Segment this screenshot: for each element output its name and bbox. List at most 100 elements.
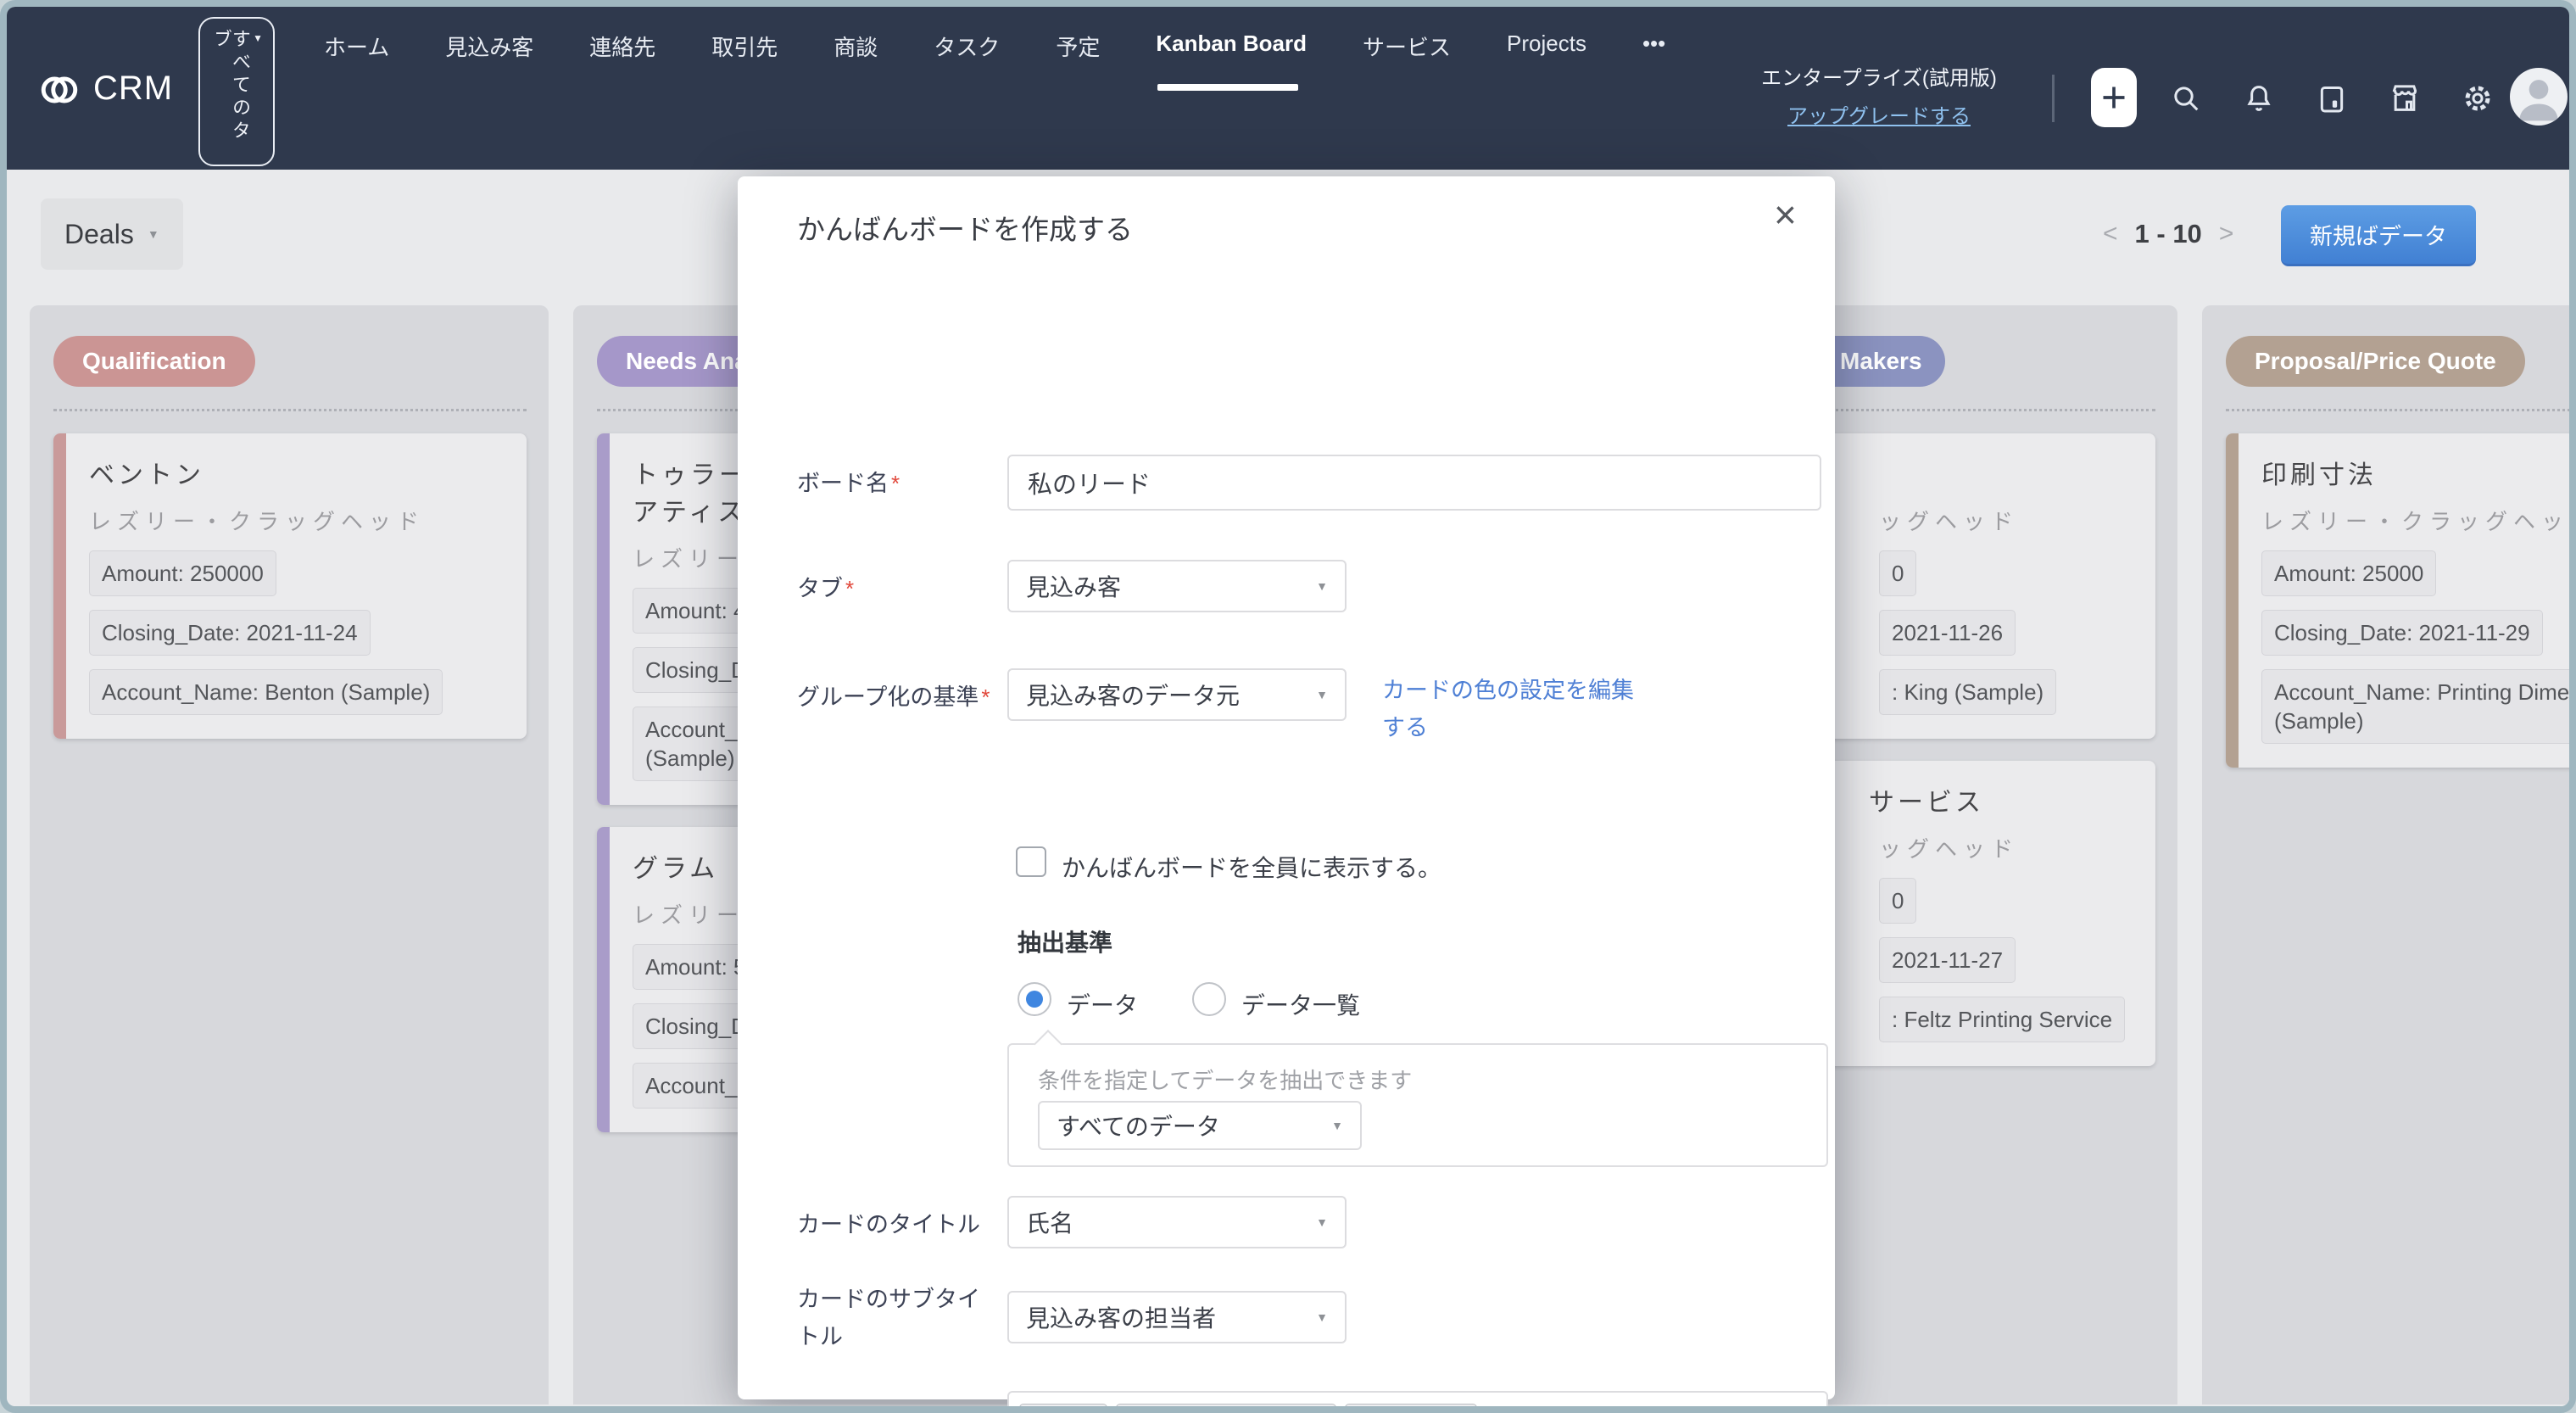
callout-notch	[1034, 1030, 1062, 1058]
card-tag: Account_Name: Printing Dimensions (Sampl…	[2261, 669, 2576, 744]
kanban-card[interactable]: ベントン レズリー・クラッグヘッド Amount: 250000 Closing…	[53, 433, 527, 739]
brand-name: CRM	[93, 70, 173, 108]
card-title-select[interactable]: 氏名 ▼	[1007, 1196, 1347, 1248]
nav-item-accounts[interactable]: 取引先	[711, 31, 778, 91]
group-by-select[interactable]: 見込み客のデータ元 ▼	[1007, 668, 1347, 721]
view-selector[interactable]: Deals ▼	[41, 198, 183, 270]
main-nav: ホーム 見込み客 連絡先 取引先 商談 タスク 予定 Kanban Board …	[324, 31, 1665, 91]
modal-title: かんばんボードを作成する	[797, 207, 1133, 248]
criteria-data-label: データ	[1067, 987, 1138, 1021]
criteria-helper-text: 条件を指定してデータを抽出できます	[1038, 1064, 1412, 1095]
plan-name: エンタープライズ(試用版)	[1752, 61, 2006, 91]
show-to-everyone-label: かんばんボードを全員に表示する。	[1062, 850, 1441, 884]
card-subtitle-label: カードのサブタイトル	[797, 1281, 1001, 1355]
card-tag: 0	[1879, 878, 1916, 924]
card-tag: Closing_Date: 2021-11-29	[2261, 610, 2543, 656]
pagination: < 1 - 10 >	[2103, 219, 2233, 249]
kanban-column-qualification: Qualification ベントン レズリー・クラッグヘッド Amount: …	[30, 305, 549, 1405]
card-tag: Amount: 250000	[89, 550, 276, 596]
card-tag: 0	[1879, 550, 1916, 596]
card-title	[1879, 457, 2135, 494]
nav-more-icon[interactable]: •••	[1642, 31, 1665, 91]
board-name-input[interactable]	[1007, 455, 1821, 511]
group-by-label: グループ化の基準*	[797, 679, 990, 716]
card-tag: 2021-11-26	[1879, 610, 2016, 656]
calendar-icon[interactable]	[2315, 81, 2349, 115]
tag-chip-lead-owner[interactable]: × 見込み客の担当者	[1116, 1404, 1336, 1413]
divider	[2052, 75, 2055, 122]
kanban-card[interactable]: 印刷寸法 レズリー・クラッグヘッド Amount: 25000 Closing_…	[2226, 433, 2576, 768]
nav-item-meetings[interactable]: 予定	[1056, 31, 1100, 91]
tab-select[interactable]: 見込み客 ▼	[1007, 560, 1347, 612]
column-pill: Qualification	[53, 336, 255, 387]
all-tabs-selector[interactable]: すべてのタブ ▼	[198, 17, 275, 166]
card-tags-label: カードのタグ	[797, 1405, 934, 1413]
card-tag: Closing_Date: 2021-11-24	[89, 610, 371, 656]
edit-card-colors-link[interactable]: カードの色の設定を編集する	[1382, 672, 1645, 746]
bell-icon[interactable]	[2242, 81, 2276, 115]
card-subtitle-select[interactable]: 見込み客の担当者 ▼	[1007, 1291, 1347, 1343]
view-selector-label: Deals	[64, 219, 134, 250]
nav-item-projects[interactable]: Projects	[1507, 31, 1586, 91]
nav-item-services[interactable]: サービス	[1363, 31, 1451, 91]
upgrade-link[interactable]: アップグレードする	[1787, 99, 1971, 129]
tag-chip-company[interactable]: × 会社	[1019, 1404, 1107, 1413]
next-page-icon[interactable]: >	[2219, 220, 2234, 249]
card-tag: : King (Sample)	[1879, 669, 2056, 715]
prev-page-icon[interactable]: <	[2103, 220, 2118, 249]
chevron-down-icon: ▼	[1316, 579, 1328, 593]
column-pill: Proposal/Price Quote	[2226, 336, 2525, 387]
close-icon[interactable]: ×	[1774, 195, 1797, 234]
create-kanban-board-modal: かんばんボードを作成する × ボード名* タブ* 見込み客 ▼ グループ化の基準…	[738, 176, 1835, 1399]
zoho-logo-icon[interactable]	[37, 68, 81, 112]
divider	[2226, 409, 2576, 411]
card-tag: Amount: 25000	[2261, 550, 2436, 596]
add-icon	[2097, 81, 2131, 114]
tag-chip-phone[interactable]: × 電話番号	[1345, 1404, 1477, 1413]
plan-info: エンタープライズ(試用版) アップグレードする	[1752, 61, 2006, 129]
nav-item-contacts[interactable]: 連絡先	[589, 31, 655, 91]
card-subtitle: ッグヘッド	[1879, 506, 2135, 537]
marketplace-icon[interactable]	[2388, 81, 2422, 115]
page-range: 1 - 10	[2135, 219, 2202, 249]
kanban-column-proposal: Proposal/Price Quote 印刷寸法 レズリー・クラッグヘッド A…	[2202, 305, 2576, 1405]
nav-item-leads[interactable]: 見込み客	[445, 31, 533, 91]
card-tag: : Feltz Printing Service	[1879, 997, 2125, 1042]
criteria-list-radio[interactable]	[1192, 982, 1226, 1016]
search-icon[interactable]	[2169, 81, 2203, 115]
top-navigation-bar: CRM すべてのタブ ▼ ホーム 見込み客 連絡先 取引先 商談 タスク 予定 …	[7, 7, 2569, 170]
show-to-everyone-checkbox[interactable]	[1016, 846, 1046, 877]
criteria-section-label: 抽出基準	[1018, 924, 1112, 958]
new-record-button[interactable]: 新規ばデータ	[2281, 205, 2476, 266]
chevron-down-icon: ▼	[1331, 1119, 1343, 1132]
required-mark: *	[891, 471, 900, 496]
card-tags-field[interactable]: × 会社 × 見込み客の担当者 × 電話番号	[1007, 1391, 1828, 1413]
gear-icon[interactable]	[2461, 81, 2495, 115]
criteria-data-radio[interactable]	[1018, 982, 1051, 1016]
nav-item-deals[interactable]: 商談	[834, 31, 878, 91]
avatar[interactable]	[2510, 68, 2568, 126]
card-title: ベントン	[89, 457, 506, 494]
card-subtitle: レズリー・クラッグヘッド	[2261, 506, 2576, 537]
quick-create-button[interactable]	[2091, 68, 2137, 127]
tab-label: タブ*	[797, 570, 854, 607]
card-title: 印刷寸法	[2261, 457, 2576, 494]
criteria-select[interactable]: すべてのデータ ▼	[1038, 1101, 1362, 1150]
card-title: サービス	[1869, 785, 2135, 822]
chevron-down-icon: ▼	[1316, 1310, 1328, 1324]
nav-item-home[interactable]: ホーム	[324, 31, 389, 91]
chevron-down-icon: ▼	[148, 227, 159, 241]
nav-item-kanban-board[interactable]: Kanban Board	[1156, 31, 1307, 91]
chevron-down-icon: ▼	[1316, 688, 1328, 701]
criteria-list-label: データ一覧	[1241, 987, 1360, 1021]
nav-item-tasks[interactable]: タスク	[934, 31, 1000, 91]
all-tabs-label: すべてのタブ	[212, 29, 249, 165]
required-mark: *	[981, 684, 990, 710]
card-subtitle: ッグヘッド	[1879, 834, 2135, 864]
card-tag: 2021-11-27	[1879, 937, 2016, 983]
card-tag: Account_Name: Benton (Sample)	[89, 669, 443, 715]
board-name-label: ボード名*	[797, 465, 900, 502]
card-title-label: カードのタイトル	[797, 1206, 980, 1243]
crm-window: CRM すべてのタブ ▼ ホーム 見込み客 連絡先 取引先 商談 タスク 予定 …	[0, 0, 2576, 1413]
chevron-down-icon: ▼	[1316, 1215, 1328, 1229]
